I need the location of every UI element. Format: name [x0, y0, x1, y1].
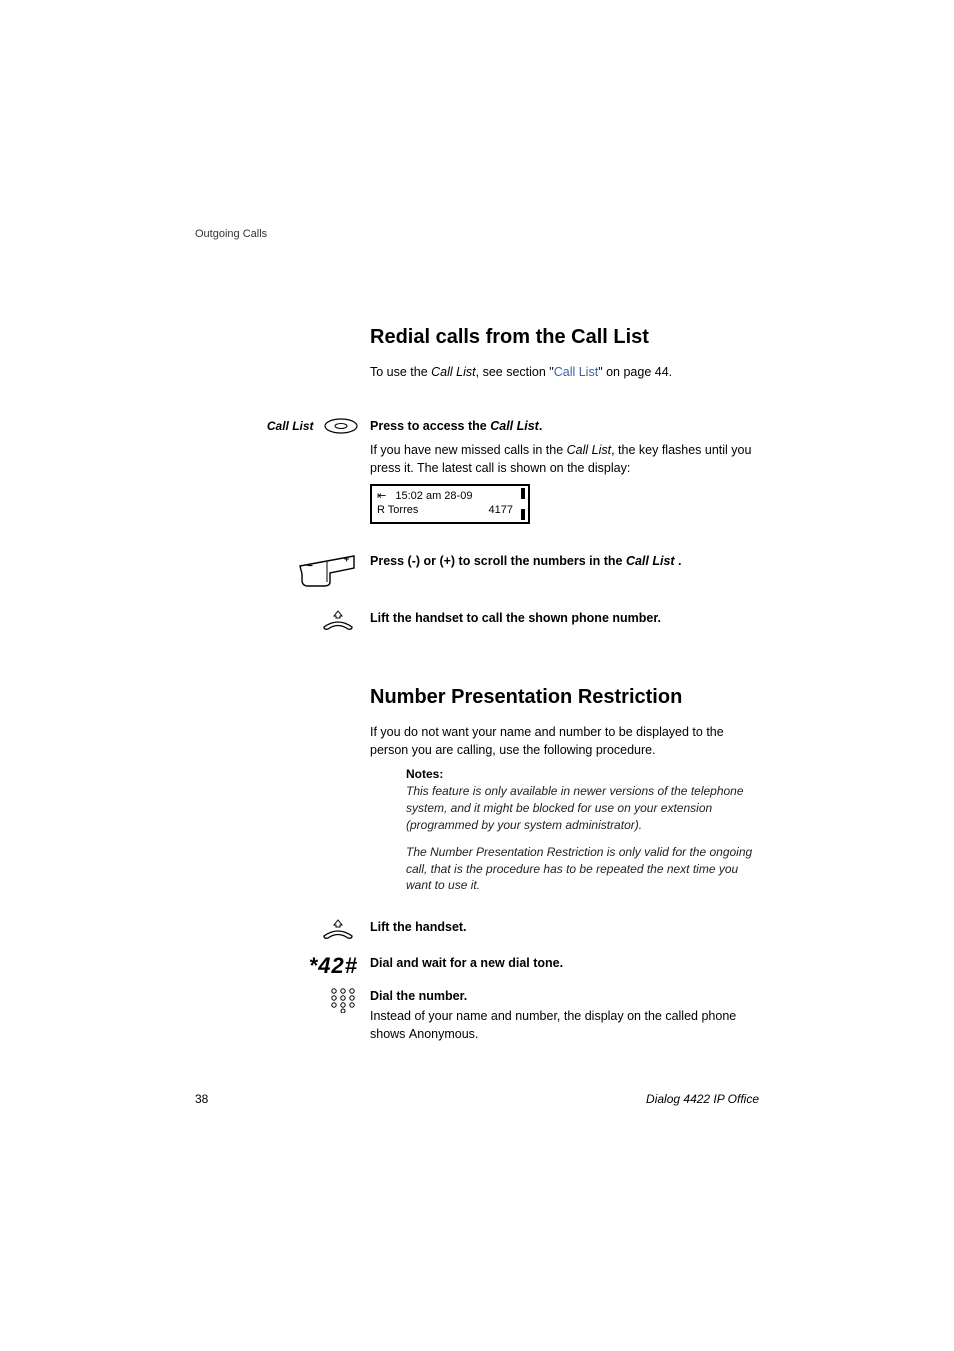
text-emphasis: Call List — [431, 365, 475, 379]
scroll-indicator-icon — [520, 488, 526, 521]
text: , see section " — [476, 365, 554, 379]
call-list-key-label: Call List — [267, 419, 314, 433]
breadcrumb: Outgoing Calls — [195, 228, 759, 240]
text: To use the — [370, 365, 431, 379]
section-redial-title: Redial calls from the Call List — [370, 326, 759, 349]
page-number: 38 — [195, 1092, 208, 1106]
text: . — [475, 1027, 478, 1041]
text-bold: . — [678, 554, 681, 568]
section-npr-title: Number Presentation Restriction — [370, 686, 759, 709]
missed-call-arrow-icon: ⇤ — [377, 490, 395, 502]
svg-text:+: + — [344, 554, 349, 564]
product-name: Dialog 4422 IP Office — [646, 1092, 759, 1106]
dial-tone-instruction: Dial and wait for a new dial tone. — [370, 954, 759, 972]
notes-block: Notes: This feature is only available in… — [370, 767, 759, 894]
lift-handset-icon — [318, 609, 358, 636]
dial-number-body: Instead of your name and number, the dis… — [370, 1007, 759, 1043]
press-instruction: Press to access the Call List. — [370, 417, 759, 435]
phone-display: ⇤ 15:02 am 28-09 R Torres 4177 — [370, 484, 530, 525]
lift-handset-instruction-2: Lift the handset. — [370, 918, 759, 936]
lift-handset-icon — [318, 918, 358, 945]
text-bold-emphasis: Call List — [490, 419, 539, 433]
display-caller-number: 4177 — [489, 503, 523, 517]
text: " on page 44. — [598, 365, 672, 379]
note-2: The Number Presentation Restriction is o… — [406, 844, 759, 894]
dial-number-heading: Dial the number. — [370, 987, 759, 1005]
text-bold: . — [539, 419, 542, 433]
text-bold-emphasis: Call List — [626, 554, 678, 568]
text: If you have new missed calls in the — [370, 443, 567, 457]
anonymous-text: Anonymous — [409, 1027, 475, 1041]
display-timestamp: 15:02 am 28-09 — [395, 490, 472, 502]
redial-intro: To use the Call List, see section "Call … — [370, 363, 759, 381]
npr-intro: If you do not want your name and number … — [370, 723, 759, 759]
scroll-instruction: Press (-) or (+) to scroll the numbers i… — [370, 552, 759, 570]
keypad-icon — [328, 987, 358, 1018]
text-emphasis: Call List — [567, 443, 611, 457]
press-body: If you have new missed calls in the Call… — [370, 441, 759, 477]
dial-code: *42# — [309, 953, 358, 978]
text-bold: Press to access the — [370, 419, 490, 433]
volume-rocker-icon: − + — [296, 552, 358, 593]
oval-key-icon — [324, 417, 358, 435]
display-caller-name: R Torres — [377, 503, 418, 517]
svg-text:−: − — [307, 561, 313, 572]
call-list-link[interactable]: Call List — [554, 365, 598, 379]
text-bold: Press (-) or (+) to scroll the numbers i… — [370, 554, 626, 568]
lift-handset-instruction: Lift the handset to call the shown phone… — [370, 609, 759, 627]
note-1: This feature is only available in newer … — [406, 783, 759, 833]
notes-heading: Notes: — [406, 767, 759, 781]
